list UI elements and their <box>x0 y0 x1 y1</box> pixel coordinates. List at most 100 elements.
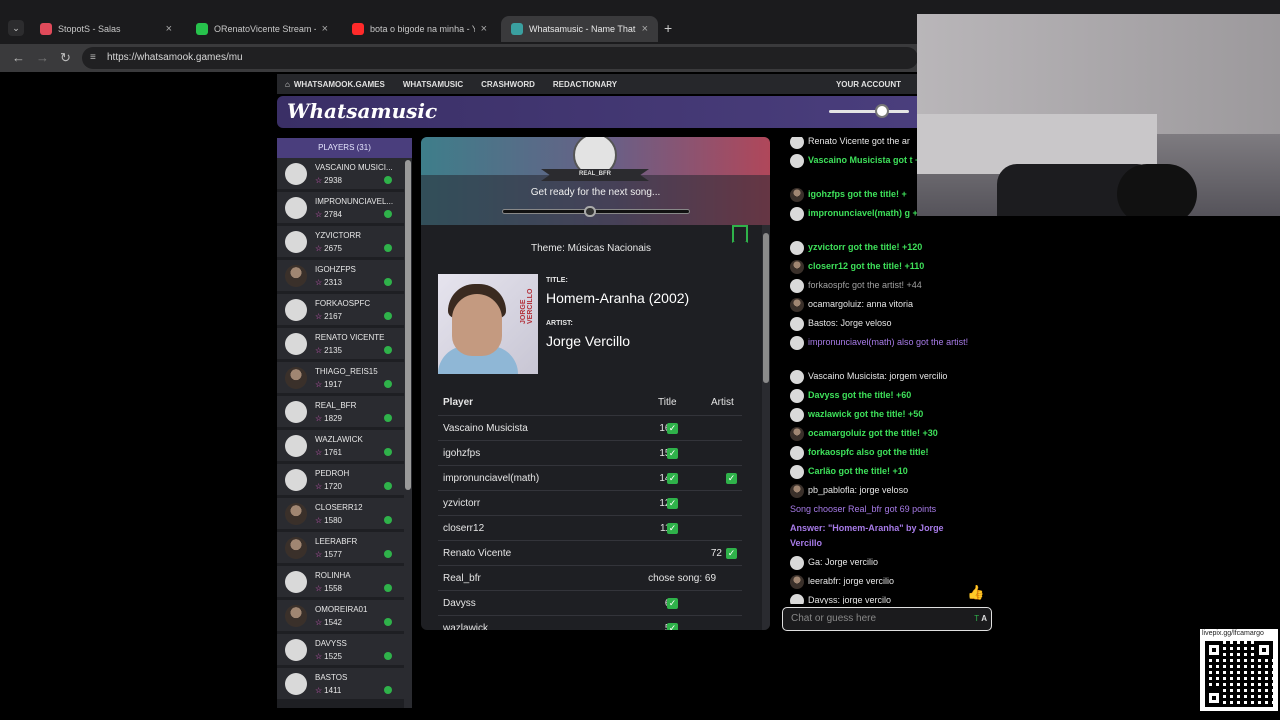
players-header: PLAYERS (31) <box>277 138 412 158</box>
players-scrollbar[interactable] <box>404 158 412 708</box>
tab-stream[interactable]: ORenatoVicente Stream - Watc × <box>186 16 338 42</box>
site-info-icon[interactable]: ≡ <box>90 47 96 69</box>
table-row: Davyss60✓ <box>438 590 742 615</box>
chat-placeholder: Chat or guess here <box>791 613 877 624</box>
player-score: ☆ 1411 <box>315 686 341 695</box>
row-player: Real_bfr <box>443 573 481 584</box>
star-icon: ☆ <box>315 618 323 627</box>
online-status-icon <box>384 516 392 524</box>
player-name: YZVICTORR <box>315 231 362 240</box>
player-row[interactable]: IMPRONUNCIAVEL... ☆ 2784 <box>277 192 404 224</box>
chat-message: Ga: Jorge vercilio <box>790 555 970 570</box>
avatar <box>790 241 804 255</box>
chat-input[interactable]: Chat or guess here T A <box>782 607 992 631</box>
song-title: Homem-Aranha (2002) <box>546 290 690 306</box>
player-row[interactable]: DAVYSS ☆ 1525 <box>277 634 404 666</box>
close-tab-icon[interactable]: × <box>322 23 328 35</box>
tab-whatsamusic[interactable]: Whatsamusic - Name That Tune × <box>501 16 658 42</box>
qr-label: livepix.gg/lfcamargo <box>1202 630 1264 637</box>
nav-account[interactable]: YOUR ACCOUNT <box>836 80 901 89</box>
back-icon[interactable]: ← <box>12 51 25 65</box>
nav-whatsamusic[interactable]: WHATSAMUSIC <box>403 80 463 89</box>
round-timer <box>502 209 690 214</box>
tab-stopots[interactable]: StopotS - Salas × <box>30 16 182 42</box>
song-artist: Jorge Vercillo <box>546 333 631 349</box>
avatar <box>790 427 804 441</box>
player-row[interactable]: WAZLAWICK ☆ 1761 <box>277 430 404 462</box>
home-icon[interactable]: ⌂ <box>285 80 290 89</box>
online-status-icon <box>384 210 392 218</box>
player-name: CLOSERR12 <box>315 503 363 512</box>
avatar <box>285 401 307 423</box>
player-row[interactable]: IGOHZFPS ☆ 2313 <box>277 260 404 292</box>
chat-message: yzvictorr got the title! +120 <box>790 240 970 255</box>
results-scrollbar[interactable] <box>762 225 770 630</box>
player-score-value: 2135 <box>324 346 342 355</box>
volume-slider[interactable] <box>829 110 909 113</box>
nav-crashword[interactable]: CRASHWORD <box>481 80 535 89</box>
star-icon: ☆ <box>315 278 323 287</box>
thumbs-up-icon[interactable]: 👍 <box>962 581 990 603</box>
star-icon: ☆ <box>315 482 323 491</box>
check-icon: ✓ <box>726 548 737 559</box>
player-score: ☆ 1542 <box>315 618 342 627</box>
player-score: ☆ 1525 <box>315 652 342 661</box>
check-icon: ✓ <box>667 623 678 630</box>
player-row[interactable]: VASCAINO MUSICI... ☆ 2938 <box>277 158 404 190</box>
player-row[interactable]: PEDROH ☆ 1720 <box>277 464 404 496</box>
player-row[interactable]: REAL_BFR ☆ 1829 <box>277 396 404 428</box>
site-logo[interactable]: Whatsamusic <box>287 99 437 123</box>
player-row[interactable]: LEERABFR ☆ 1577 <box>277 532 404 564</box>
chat-text: Davyss got the title! +60 <box>808 390 912 400</box>
star-icon: ☆ <box>315 686 323 695</box>
nav-whatsamook[interactable]: WHATSAMOOK.GAMES <box>294 80 385 89</box>
player-row[interactable]: CLOSERR12 ☆ 1580 <box>277 498 404 530</box>
close-tab-icon[interactable]: × <box>642 23 648 35</box>
player-row[interactable]: BASTOS ☆ 1411 <box>277 668 404 700</box>
address-bar[interactable]: ≡ https://whatsamook.games/mu <box>82 47 918 69</box>
title-label: TITLE: <box>546 277 568 284</box>
qr-code-icon <box>1205 641 1273 707</box>
close-tab-icon[interactable]: × <box>481 23 487 35</box>
player-row[interactable]: OMOREIRA01 ☆ 1542 <box>277 600 404 632</box>
player-name: RENATO VICENTE <box>315 333 385 342</box>
scrollbar-thumb[interactable] <box>405 160 411 490</box>
bookmark-icon[interactable] <box>732 225 748 243</box>
player-row[interactable]: ROLINHA ☆ 1558 <box>277 566 404 598</box>
chat-message: ocamargoluiz: anna vitoria <box>790 297 970 312</box>
check-icon: ✓ <box>726 473 737 484</box>
chat-message: Song chooser Real_bfr got 69 points <box>790 502 970 517</box>
new-tab-button[interactable]: + <box>664 20 672 36</box>
online-status-icon <box>384 346 392 354</box>
col-player: Player <box>443 397 474 408</box>
avatar <box>285 333 307 355</box>
online-status-icon <box>384 312 392 320</box>
player-score: ☆ 2135 <box>315 346 342 355</box>
player-score: ☆ 1558 <box>315 584 342 593</box>
nav-redactionary[interactable]: REDACTIONARY <box>553 80 617 89</box>
player-row[interactable]: FORKAOSPFC ☆ 2167 <box>277 294 404 326</box>
star-icon: ☆ <box>315 176 323 185</box>
table-row: igohzfps150✓ <box>438 440 742 465</box>
banner-overlay <box>421 175 770 225</box>
table-row: Real_bfr chose song: 69 <box>438 565 742 590</box>
player-score: ☆ 2167 <box>315 312 342 321</box>
tab-list-dropdown[interactable]: ⌄ <box>8 20 24 36</box>
reload-icon[interactable]: ↻ <box>60 51 71 65</box>
avatar <box>285 503 307 525</box>
avatar <box>285 605 307 627</box>
chat-message: Bastos: Jorge veloso <box>790 316 970 331</box>
player-row[interactable]: YZVICTORR ☆ 2675 <box>277 226 404 258</box>
forward-icon[interactable]: → <box>36 51 49 65</box>
scrollbar-thumb[interactable] <box>763 233 769 383</box>
player-row[interactable]: RENATO VICENTE ☆ 2135 <box>277 328 404 360</box>
player-row[interactable]: THIAGO_REIS15 ☆ 1917 <box>277 362 404 394</box>
volume-slider-handle[interactable] <box>875 104 889 118</box>
avatar <box>790 317 804 331</box>
chat-text: Song chooser Real_bfr got 69 points <box>790 504 937 514</box>
title-indicator: T <box>974 614 979 623</box>
webcam-overlay <box>917 14 1280 216</box>
chat-text: closerr12 got the title! +110 <box>808 261 925 271</box>
tab-youtube[interactable]: bota o bigode na minha - YouT × <box>342 16 497 42</box>
close-tab-icon[interactable]: × <box>166 23 172 35</box>
